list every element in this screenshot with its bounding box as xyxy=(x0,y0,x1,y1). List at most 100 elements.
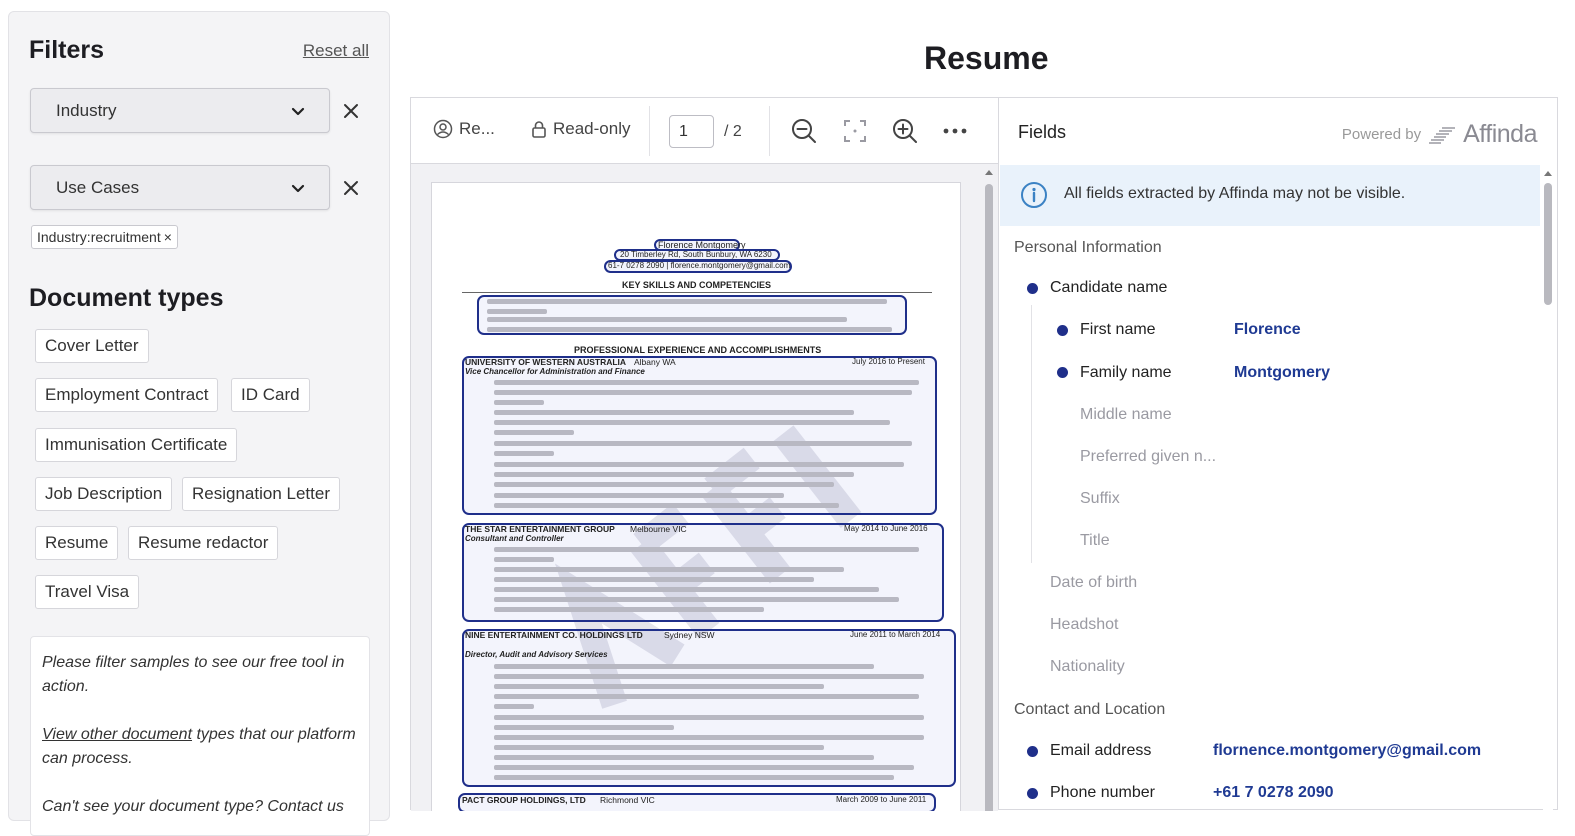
tree-connector xyxy=(1031,305,1032,563)
field-middle-name[interactable]: Middle name xyxy=(1080,406,1172,424)
field-suffix[interactable]: Suffix xyxy=(1080,490,1120,508)
field-preferred-given-name[interactable]: Preferred given n... xyxy=(1080,448,1216,466)
info-icon xyxy=(1021,182,1047,208)
chevron-down-icon xyxy=(291,107,305,116)
info-text-1: Please filter samples to see our free to… xyxy=(42,654,345,695)
text-line xyxy=(494,482,834,487)
info-text-2: View other document types that our platf… xyxy=(42,723,358,771)
text-line xyxy=(494,725,674,730)
scrollbar-thumb[interactable] xyxy=(985,184,993,811)
job-org: NINE ENTERTAINMENT CO. HOLDINGS LTD xyxy=(465,630,643,640)
text-line xyxy=(487,327,892,332)
filter-info-box: Please filter samples to see our free to… xyxy=(30,636,370,836)
lock-icon xyxy=(532,121,546,138)
text-line xyxy=(494,547,919,552)
job-dates: July 2016 to Present xyxy=(852,357,925,366)
scroll-up-arrow-icon[interactable] xyxy=(1543,169,1553,177)
active-filter-chip: Industry:recruitment × xyxy=(31,225,178,249)
text-line xyxy=(494,597,899,602)
chevron-down-icon xyxy=(291,184,305,193)
clear-use-cases-icon[interactable] xyxy=(339,176,363,200)
text-line xyxy=(494,607,764,612)
viewer-toolbar: Re... Read-only / 2 xyxy=(411,98,998,164)
zoom-out-icon[interactable] xyxy=(790,117,818,145)
field-nationality[interactable]: Nationality xyxy=(1050,658,1125,676)
doc-type-employment-contract[interactable]: Employment Contract xyxy=(35,378,219,412)
doc-type-id-card[interactable]: ID Card xyxy=(231,378,310,412)
field-phone-number[interactable]: Phone number xyxy=(1050,784,1155,802)
section-personal-information: Personal Information xyxy=(1014,239,1162,256)
document-canvas[interactable]: Florence Montgomery 20 Timberley Rd, Sou… xyxy=(411,164,998,811)
job-role: Vice Chancellor for Administration and F… xyxy=(465,367,645,376)
job-location: Sydney NSW xyxy=(664,630,715,640)
text-line xyxy=(494,577,814,582)
field-candidate-name[interactable]: Candidate name xyxy=(1050,279,1167,297)
field-first-name[interactable]: First name xyxy=(1080,321,1156,339)
doc-type-travel-visa[interactable]: Travel Visa xyxy=(35,575,140,609)
view-other-document-link[interactable]: View other document xyxy=(42,726,192,743)
field-first-name-value[interactable]: Florence xyxy=(1234,321,1301,339)
affinda-logo-icon xyxy=(1429,126,1456,144)
fields-title: Fields xyxy=(1018,122,1067,142)
section-contact-location: Contact and Location xyxy=(1014,701,1166,718)
text-line xyxy=(494,472,854,477)
resume-section-experience: PROFESSIONAL EXPERIENCE AND ACCOMPLISHME… xyxy=(574,345,822,355)
use-cases-select[interactable]: Use Cases xyxy=(30,165,330,210)
visibility-notice: All fields extracted by Affinda may not … xyxy=(1000,165,1540,226)
field-family-name-value[interactable]: Montgomery xyxy=(1234,364,1330,382)
toolbar-divider xyxy=(649,106,650,156)
read-only-label: Read-only xyxy=(553,119,631,138)
field-title[interactable]: Title xyxy=(1080,532,1110,550)
field-headshot[interactable]: Headshot xyxy=(1050,616,1119,634)
text-line xyxy=(494,715,924,720)
doc-type-resume-redactor[interactable]: Resume redactor xyxy=(128,526,279,560)
text-line xyxy=(494,493,784,498)
scrollbar-thumb[interactable] xyxy=(1544,183,1552,305)
text-line xyxy=(494,735,924,740)
more-options-icon[interactable] xyxy=(941,117,969,145)
text-line xyxy=(494,430,574,435)
text-line xyxy=(494,380,919,385)
zoom-in-icon[interactable] xyxy=(891,117,919,145)
viewer-scrollbar[interactable] xyxy=(984,164,994,811)
field-email-value[interactable]: flornence.montgomery@gmail.com xyxy=(1213,742,1481,760)
industry-select[interactable]: Industry xyxy=(30,88,330,133)
affinda-brand: Affinda xyxy=(1463,120,1537,148)
document-type-button[interactable]: Re... xyxy=(433,119,495,139)
field-family-name[interactable]: Family name xyxy=(1080,364,1172,382)
read-only-button[interactable]: Read-only xyxy=(531,119,631,139)
job-role: Director, Audit and Advisory Services xyxy=(465,650,608,659)
doc-type-cover-letter[interactable]: Cover Letter xyxy=(35,329,149,363)
job-dates: June 2011 to March 2014 xyxy=(850,630,941,639)
document-type-label: Re... xyxy=(459,119,495,138)
doc-type-immunisation-certificate[interactable]: Immunisation Certificate xyxy=(35,428,238,462)
field-phone-value[interactable]: +61 7 0278 2090 xyxy=(1213,784,1334,802)
text-line xyxy=(487,317,847,322)
chip-remove-icon[interactable]: × xyxy=(164,229,172,245)
job-location: Melbourne VIC xyxy=(630,524,687,534)
field-status-dot xyxy=(1027,746,1038,757)
text-line xyxy=(494,557,554,562)
filters-title: Filters xyxy=(29,36,105,64)
text-line xyxy=(494,420,890,425)
clear-industry-icon[interactable] xyxy=(339,99,363,123)
text-line xyxy=(494,400,544,405)
page-number-input[interactable] xyxy=(669,115,714,148)
field-email-address[interactable]: Email address xyxy=(1050,742,1151,760)
field-date-of-birth[interactable]: Date of birth xyxy=(1050,574,1137,592)
doc-type-job-description[interactable]: Job Description xyxy=(35,477,173,511)
fit-page-icon[interactable] xyxy=(841,117,869,145)
fields-scrollbar[interactable] xyxy=(1543,165,1553,811)
doc-type-resume[interactable]: Resume xyxy=(35,526,119,560)
scroll-up-arrow-icon[interactable] xyxy=(984,168,994,176)
text-line xyxy=(494,451,554,456)
fields-header: Fields Powered by Affinda xyxy=(999,98,1557,164)
doc-type-resignation-letter[interactable]: Resignation Letter xyxy=(182,477,340,511)
chip-label: Industry:recruitment xyxy=(37,229,161,245)
text-line xyxy=(494,503,839,508)
info-text-3: Can't see your document type? Contact us xyxy=(42,798,344,815)
document-viewer: Re... Read-only / 2 xyxy=(410,97,998,811)
notice-text: All fields extracted by Affinda may not … xyxy=(1064,185,1406,202)
industry-select-label: Industry xyxy=(56,101,117,120)
reset-all-link[interactable]: Reset all xyxy=(303,41,369,61)
